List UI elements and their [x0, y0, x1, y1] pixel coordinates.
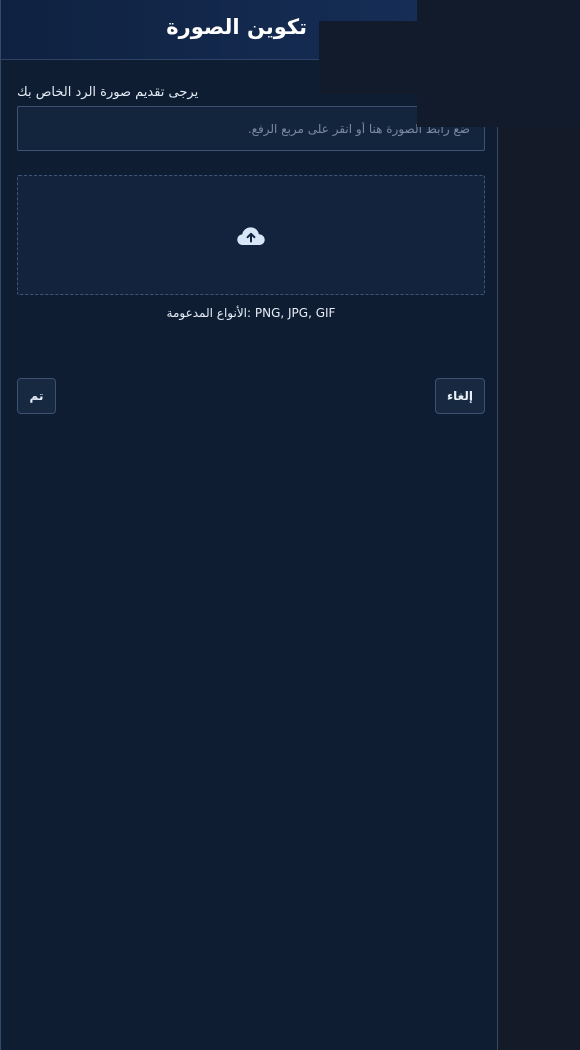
- image-url-input[interactable]: [17, 106, 485, 151]
- upload-dropzone[interactable]: [17, 175, 485, 295]
- overlay-block: [319, 21, 418, 94]
- image-url-label: يرجى تقديم صورة الرد الخاص بك: [17, 85, 199, 100]
- done-button[interactable]: تم: [17, 378, 56, 414]
- cloud-upload-icon: [237, 227, 265, 245]
- supported-types-text: الأنواع المدعومة: PNG, JPG, GIF: [166, 306, 336, 320]
- image-config-panel: تكوين الصورة يرجى تقديم صورة الرد الخاص …: [0, 0, 499, 1050]
- cancel-button[interactable]: إلغاء: [435, 378, 485, 414]
- overlay-panel: [417, 0, 580, 127]
- page-title: تكوين الصورة: [166, 15, 307, 39]
